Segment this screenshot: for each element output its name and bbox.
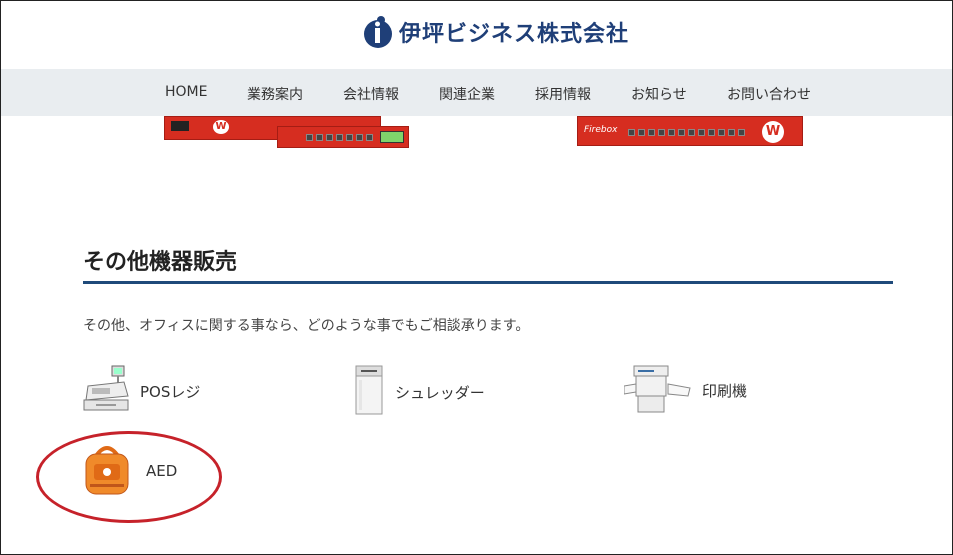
device-left-bottom [277,126,409,148]
product-printer[interactable]: 印刷機 [623,362,748,418]
logo-text: 伊坪ビジネス株式会社 [399,22,630,47]
nav-item-contact[interactable]: お問い合わせ [727,84,811,104]
product-pos-label: POSレジ [140,382,201,401]
device-logo: W [213,120,229,134]
logo-mark-icon [363,15,393,49]
nav-item-news[interactable]: お知らせ [631,84,687,104]
firebox-device-image: Firebox W [577,116,803,146]
nav-item-affiliates[interactable]: 関連企業 [439,84,495,104]
device-brand: Firebox [584,125,618,135]
printer-icon [623,362,692,418]
nav-item-company[interactable]: 会社情報 [343,84,399,104]
site-header: 伊坪ビジネス株式会社 [1,1,952,69]
section-divider [83,281,893,284]
shredder-icon [353,364,385,420]
product-shredder-label: シュレッダー [395,383,485,402]
nav-item-services[interactable]: 業務案内 [247,84,303,104]
product-shredder[interactable]: シュレッダー [353,364,485,420]
firewall-devices-image: W [164,116,409,148]
main-nav: HOME 業務案内 会社情報 関連企業 採用情報 お知らせ お問い合わせ [1,69,952,116]
device-right: Firebox W [577,116,803,146]
nav-item-recruit[interactable]: 採用情報 [535,84,591,104]
product-printer-label: 印刷機 [702,381,748,400]
section-title: その他機器販売 [83,250,238,275]
section-description: その他、オフィスに関する事なら、どのような事でもご相談承ります。 [83,318,530,334]
nav-item-home[interactable]: HOME [165,84,207,100]
product-pos[interactable]: POSレジ [82,364,200,418]
site-logo[interactable]: 伊坪ビジネス株式会社 [363,15,629,49]
highlight-circle [36,431,222,523]
cash-register-icon [82,364,130,418]
